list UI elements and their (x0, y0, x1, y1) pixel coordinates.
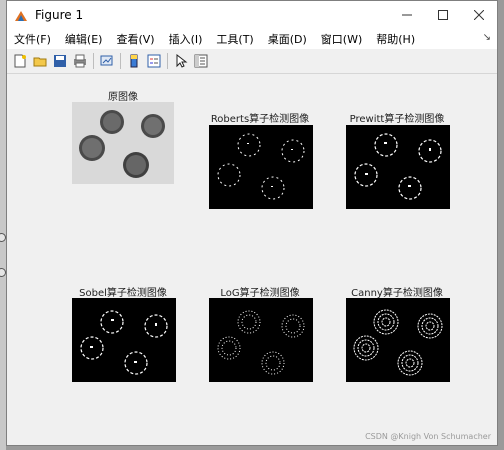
open-icon[interactable] (32, 53, 48, 69)
prewitt-edge-image (346, 125, 450, 209)
figure-window: Figure 1 文件(F) 编辑(E) 查看(V) 插入(I) 工具(T) 桌… (6, 0, 498, 446)
menu-window[interactable]: 窗口(W) (314, 31, 369, 47)
watermark: CSDN @Knigh Von Schumacher (365, 432, 491, 441)
close-button[interactable] (461, 1, 497, 29)
menu-view[interactable]: 查看(V) (109, 31, 161, 47)
panel-title-canny: Canny算子检测图像 (351, 288, 443, 299)
menu-bar: 文件(F) 编辑(E) 查看(V) 插入(I) 工具(T) 桌面(D) 窗口(W… (7, 29, 497, 49)
menu-overflow-icon[interactable]: ↘ (483, 32, 491, 43)
panel-title-original: 原图像 (108, 92, 138, 103)
menu-edit[interactable]: 编辑(E) (58, 31, 110, 47)
title-bar[interactable]: Figure 1 (7, 1, 497, 29)
menu-insert[interactable]: 插入(I) (162, 31, 210, 47)
minimize-button[interactable] (389, 1, 425, 29)
print-icon[interactable] (72, 53, 88, 69)
window-title: Figure 1 (35, 8, 84, 22)
sobel-edge-image (72, 298, 176, 382)
toolbar-separator (120, 53, 121, 69)
matlab-icon (14, 8, 28, 22)
panel-title-roberts: Roberts算子检测图像 (210, 114, 310, 125)
link-plot-icon[interactable] (99, 53, 115, 69)
log-edge-image (209, 298, 313, 382)
colorbar-icon[interactable] (126, 53, 142, 69)
toolbar-separator (167, 53, 168, 69)
panel-title-log: LoG算子检测图像 (220, 288, 300, 299)
save-icon[interactable] (52, 53, 68, 69)
menu-help[interactable]: 帮助(H) (369, 31, 422, 47)
menu-tools[interactable]: 工具(T) (209, 31, 260, 47)
toolbar (7, 49, 497, 74)
new-figure-icon[interactable] (12, 53, 28, 69)
figure-canvas[interactable]: 原图像 Roberts算子检测图像 Prewitt算子检测图像 Sobel算子检… (7, 74, 497, 445)
legend-icon[interactable] (146, 53, 162, 69)
canny-edge-image (346, 298, 450, 382)
roberts-edge-image (209, 125, 313, 209)
menu-file[interactable]: 文件(F) (7, 31, 58, 47)
original-image (72, 102, 174, 184)
menu-desktop[interactable]: 桌面(D) (261, 31, 314, 47)
property-editor-icon[interactable] (193, 53, 209, 69)
toolbar-separator (93, 53, 94, 69)
pointer-icon[interactable] (173, 53, 189, 69)
maximize-button[interactable] (425, 1, 461, 29)
panel-title-sobel: Sobel算子检测图像 (79, 288, 167, 299)
panel-title-prewitt: Prewitt算子检测图像 (349, 114, 445, 125)
